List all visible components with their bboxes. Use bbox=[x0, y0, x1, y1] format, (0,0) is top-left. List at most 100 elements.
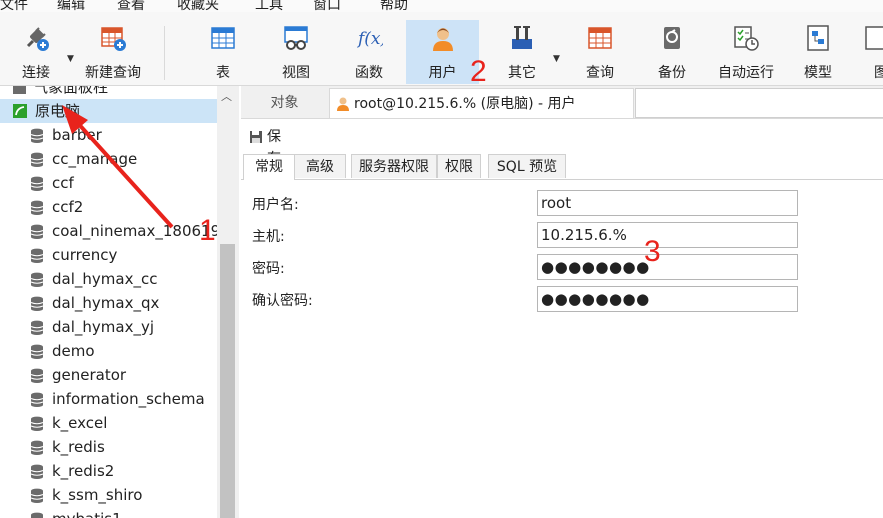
menu-bar: 文件 编辑 查看 收藏夹 工具 窗口 帮助 bbox=[0, 0, 883, 12]
view-label: 视图 bbox=[282, 65, 310, 81]
user-label: 用户 bbox=[428, 65, 457, 81]
database-icon bbox=[30, 392, 44, 407]
chart-button[interactable]: 图 bbox=[862, 20, 883, 82]
toolbar: 连接 ▼ 新建查询 表 视图 f(x) bbox=[0, 12, 883, 86]
tree-item-database[interactable]: dal_hymax_yj bbox=[0, 315, 217, 339]
database-name: k_excel bbox=[52, 414, 108, 432]
tree-item-database[interactable]: coal_ninemax_180619 bbox=[0, 219, 217, 243]
database-name: currency bbox=[52, 246, 118, 264]
tree-item-database[interactable]: k_redis2 bbox=[0, 459, 217, 483]
menu-window[interactable]: 窗口 bbox=[313, 0, 341, 12]
tree-item-database[interactable]: k_redis bbox=[0, 435, 217, 459]
tree-item-database[interactable]: information_schema bbox=[0, 387, 217, 411]
view-button[interactable]: 视图 bbox=[268, 20, 324, 82]
tree-item-database[interactable]: ccf bbox=[0, 171, 217, 195]
user-button[interactable]: 用户 bbox=[406, 20, 479, 84]
tree-item-database[interactable]: dal_hymax_cc bbox=[0, 267, 217, 291]
connect-button[interactable]: 连接 bbox=[8, 20, 64, 82]
database-icon bbox=[30, 296, 44, 311]
database-name: dal_hymax_qx bbox=[52, 294, 160, 312]
confirm-password-row: 确认密码: ●●●●●●●● bbox=[241, 286, 883, 312]
annotation-number-3: 3 bbox=[644, 235, 661, 268]
mysql-connection-icon bbox=[13, 104, 27, 118]
tree-item-database[interactable]: dal_hymax_qx bbox=[0, 291, 217, 315]
database-name: dal_hymax_cc bbox=[52, 270, 158, 288]
tree-item-database[interactable]: barber bbox=[0, 123, 217, 147]
password-input[interactable]: ●●●●●●●● bbox=[537, 254, 798, 280]
backup-icon bbox=[664, 27, 680, 49]
tab-user-editor[interactable]: root@10.215.6.% (原电脑) - 用户 bbox=[329, 88, 634, 118]
user-icon bbox=[432, 28, 453, 51]
username-input[interactable]: root bbox=[537, 190, 798, 216]
database-icon bbox=[30, 248, 44, 263]
connect-label: 连接 bbox=[22, 65, 50, 81]
menu-edit[interactable]: 编辑 bbox=[57, 0, 85, 12]
tree-item-database[interactable]: generator bbox=[0, 363, 217, 387]
backup-label: 备份 bbox=[658, 65, 686, 81]
confirm-password-label: 确认密码: bbox=[252, 293, 313, 309]
scrollbar-thumb[interactable] bbox=[220, 244, 235, 518]
username-label: 用户名: bbox=[252, 197, 299, 213]
host-input[interactable]: 10.215.6.% bbox=[537, 222, 798, 248]
confirm-password-input[interactable]: ●●●●●●●● bbox=[537, 286, 798, 312]
function-button[interactable]: f(x) 函数 bbox=[341, 20, 397, 82]
tree-item-database[interactable]: k_ssm_shiro bbox=[0, 483, 217, 507]
chevron-down-icon[interactable]: ▼ bbox=[553, 54, 560, 64]
host-label: 主机: bbox=[252, 229, 285, 245]
chart-label: 图 bbox=[874, 65, 883, 81]
connection-name: 原电脑 bbox=[35, 102, 81, 120]
database-icon bbox=[30, 176, 44, 191]
subtab-server-privileges[interactable]: 服务器权限 bbox=[351, 154, 437, 178]
property-tabs: 常规 高级 服务器权限 权限 SQL 预览 bbox=[241, 154, 883, 180]
user-icon bbox=[337, 97, 349, 111]
database-name: dal_hymax_yj bbox=[52, 318, 154, 336]
database-icon bbox=[30, 200, 44, 215]
save-disk-icon bbox=[250, 131, 262, 143]
chevron-down-icon[interactable]: ▼ bbox=[67, 54, 74, 64]
model-icon bbox=[807, 25, 829, 51]
password-label: 密码: bbox=[252, 261, 285, 277]
new-query-label: 新建查询 bbox=[85, 65, 141, 81]
toolbar-divider bbox=[164, 26, 165, 80]
sidebar-scrollbar[interactable]: ︿ bbox=[217, 86, 239, 518]
annotation-number-1: 1 bbox=[199, 214, 216, 247]
chevron-up-icon[interactable]: ︿ bbox=[221, 88, 232, 104]
new-query-button[interactable]: 新建查询 bbox=[80, 20, 146, 82]
database-name: generator bbox=[52, 366, 127, 384]
query-icon bbox=[588, 27, 612, 49]
function-fx-icon: f(x) bbox=[356, 29, 383, 49]
menu-tools[interactable]: 工具 bbox=[255, 0, 283, 12]
tree-item-connection[interactable]: 原电脑 bbox=[0, 99, 217, 123]
database-name: ccf bbox=[52, 174, 74, 192]
tree-item-partial[interactable]: 气象面板柱 bbox=[0, 86, 217, 99]
new-query-grid-icon bbox=[101, 27, 126, 51]
other-button[interactable]: 其它 bbox=[494, 20, 550, 82]
host-row: 主机: 10.215.6.% bbox=[241, 222, 883, 248]
menu-file[interactable]: 文件 bbox=[0, 0, 28, 12]
subtab-sql-preview[interactable]: SQL 预览 bbox=[488, 154, 566, 178]
connection-icon bbox=[13, 86, 26, 94]
model-button[interactable]: 模型 bbox=[790, 20, 846, 82]
tree-item-database[interactable]: cc_manage bbox=[0, 147, 217, 171]
auto-run-button[interactable]: 自动运行 bbox=[710, 20, 782, 82]
tree-item-database[interactable]: currency bbox=[0, 243, 217, 267]
table-button[interactable]: 表 bbox=[195, 20, 251, 82]
query-button[interactable]: 查询 bbox=[572, 20, 628, 82]
tree-item-database[interactable]: mybatis1 bbox=[0, 507, 217, 518]
tree-item-database[interactable]: demo bbox=[0, 339, 217, 363]
connection-tree: 气象面板柱 原电脑 barber cc_manageccf ccf2 coal_nin… bbox=[0, 86, 217, 518]
subtab-privileges[interactable]: 权限 bbox=[437, 154, 481, 178]
database-icon bbox=[30, 128, 44, 143]
tab-objects[interactable]: 对象 bbox=[241, 88, 328, 118]
table-label: 表 bbox=[216, 65, 230, 81]
connect-plug-icon bbox=[26, 27, 49, 51]
subtab-advanced[interactable]: 高级 bbox=[294, 154, 346, 178]
tree-item-database[interactable]: ccf2 bbox=[0, 195, 217, 219]
subtab-general[interactable]: 常规 bbox=[243, 154, 295, 180]
tree-item-database[interactable]: k_excel bbox=[0, 411, 217, 435]
menu-help[interactable]: 帮助 bbox=[380, 0, 408, 12]
model-label: 模型 bbox=[804, 65, 832, 81]
menu-view[interactable]: 查看 bbox=[117, 0, 145, 12]
menu-favorites[interactable]: 收藏夹 bbox=[177, 0, 219, 12]
backup-button[interactable]: 备份 bbox=[644, 20, 700, 82]
